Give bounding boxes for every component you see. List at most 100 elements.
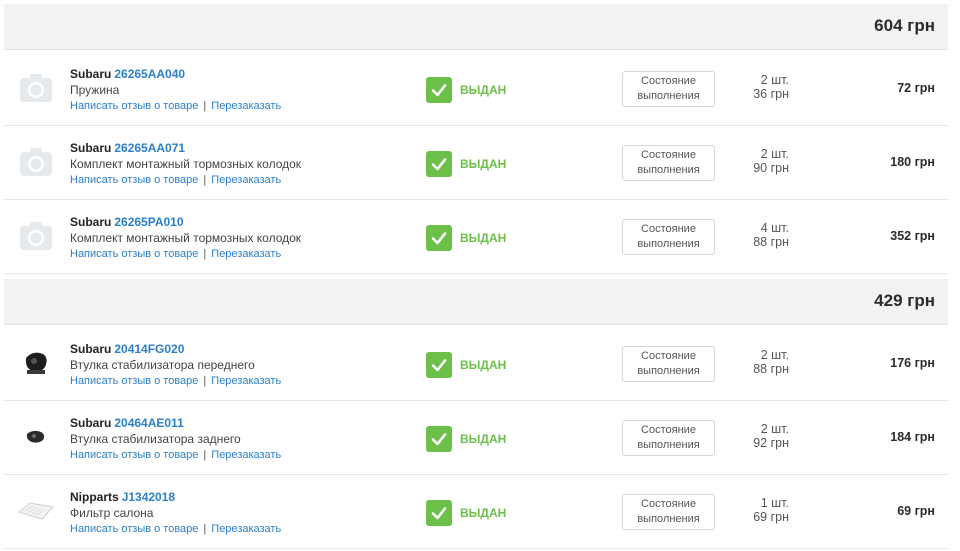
- link-separator: |: [203, 248, 207, 260]
- check-icon: [426, 426, 452, 452]
- line-total: 176 грн: [890, 356, 935, 370]
- line-total: 352 грн: [890, 229, 935, 243]
- state-button-line-2: выполнения: [637, 439, 700, 451]
- quantity-info: 4 шт. 88 грн: [753, 221, 789, 249]
- write-review-link[interactable]: Написать отзыв о товаре: [70, 100, 198, 112]
- order-item-row: Subaru 26265AA071 Комплект монтажный торм…: [4, 127, 948, 200]
- quantity-info: 2 шт. 36 грн: [753, 73, 789, 101]
- state-button-line-2: выполнения: [637, 238, 700, 250]
- write-review-link[interactable]: Написать отзыв о товаре: [70, 248, 198, 260]
- state-button-line-2: выполнения: [637, 513, 700, 525]
- order-total-bar: 429 грн: [4, 279, 948, 325]
- link-separator: |: [203, 523, 207, 535]
- order-state-button[interactable]: Состояние выполнения: [622, 420, 715, 456]
- write-review-link[interactable]: Написать отзыв о товаре: [70, 449, 198, 461]
- item-links: Написать отзыв о товаре | Перезаказать: [70, 375, 281, 387]
- part-number-link[interactable]: 26265PA010: [114, 215, 183, 229]
- item-links: Написать отзыв о товаре | Перезаказать: [70, 248, 281, 260]
- status-text: ВЫДАН: [460, 157, 507, 171]
- reorder-link[interactable]: Перезаказать: [211, 449, 281, 461]
- item-title: Nipparts J1342018: [70, 490, 175, 504]
- check-icon: [426, 151, 452, 177]
- state-button-line-2: выполнения: [637, 365, 700, 377]
- item-name: Фильтр салона: [70, 506, 154, 520]
- item-brand: Subaru: [70, 67, 112, 81]
- item-brand: Subaru: [70, 215, 112, 229]
- status-indicator: ВЫДАН: [426, 151, 506, 177]
- status-indicator: ВЫДАН: [426, 500, 506, 526]
- order-state-button[interactable]: Состояние выполнения: [622, 494, 715, 530]
- link-separator: |: [203, 449, 207, 461]
- state-button-line-1: Состояние: [641, 75, 696, 87]
- item-title: Subaru 26265AA071: [70, 141, 185, 155]
- state-button-line-1: Состояние: [641, 498, 696, 510]
- state-button-line-2: выполнения: [637, 164, 700, 176]
- camera-placeholder-icon[interactable]: [16, 71, 56, 105]
- write-review-link[interactable]: Написать отзыв о товаре: [70, 375, 198, 387]
- check-icon: [426, 352, 452, 378]
- bushing-photo-icon[interactable]: [16, 346, 56, 380]
- line-total: 184 грн: [890, 430, 935, 444]
- camera-placeholder-icon[interactable]: [16, 145, 56, 179]
- reorder-link[interactable]: Перезаказать: [211, 100, 281, 112]
- state-button-line-1: Состояние: [641, 149, 696, 161]
- item-links: Написать отзыв о товаре | Перезаказать: [70, 174, 281, 186]
- order-total-value: 429 грн: [874, 291, 935, 310]
- reorder-link[interactable]: Перезаказать: [211, 174, 281, 186]
- quantity: 4 шт.: [760, 221, 789, 235]
- line-total: 180 грн: [890, 155, 935, 169]
- unit-price: 88 грн: [753, 235, 789, 249]
- item-name: Втулка стабилизатора заднего: [70, 432, 241, 446]
- item-name: Пружина: [70, 83, 120, 97]
- status-text: ВЫДАН: [460, 358, 507, 372]
- quantity: 2 шт.: [760, 147, 789, 161]
- cabin-filter-photo-icon[interactable]: [16, 494, 56, 528]
- unit-price: 92 грн: [753, 436, 789, 450]
- camera-placeholder-icon[interactable]: [16, 219, 56, 253]
- link-separator: |: [203, 174, 207, 186]
- status-text: ВЫДАН: [460, 506, 507, 520]
- item-brand: Subaru: [70, 342, 112, 356]
- part-number-link[interactable]: 26265AA040: [114, 67, 185, 81]
- line-total: 72 грн: [897, 81, 935, 95]
- quantity: 2 шт.: [760, 348, 789, 362]
- link-separator: |: [203, 100, 207, 112]
- order-state-button[interactable]: Состояние выполнения: [622, 145, 715, 181]
- status-indicator: ВЫДАН: [426, 426, 506, 452]
- part-number-link[interactable]: 20414FG020: [114, 342, 184, 356]
- quantity: 1 шт.: [760, 496, 789, 510]
- status-text: ВЫДАН: [460, 231, 507, 245]
- reorder-link[interactable]: Перезаказать: [211, 523, 281, 535]
- reorder-link[interactable]: Перезаказать: [211, 248, 281, 260]
- item-name: Втулка стабилизатора переднего: [70, 358, 255, 372]
- status-indicator: ВЫДАН: [426, 77, 506, 103]
- check-icon: [426, 225, 452, 251]
- quantity-info: 2 шт. 90 грн: [753, 147, 789, 175]
- status-indicator: ВЫДАН: [426, 352, 506, 378]
- state-button-line-1: Состояние: [641, 424, 696, 436]
- unit-price: 90 грн: [753, 161, 789, 175]
- part-number-link[interactable]: 20464AE011: [114, 416, 183, 430]
- quantity: 2 шт.: [760, 73, 789, 87]
- quantity-info: 2 шт. 92 грн: [753, 422, 789, 450]
- order-item-row: Subaru 20464AE011 Втулка стабилизатора за…: [4, 402, 948, 475]
- status-text: ВЫДАН: [460, 432, 507, 446]
- check-icon: [426, 500, 452, 526]
- item-title: Subaru 20414FG020: [70, 342, 184, 356]
- write-review-link[interactable]: Написать отзыв о товаре: [70, 174, 198, 186]
- order-item-row: Nipparts J1342018 Фильтр салона Написать …: [4, 476, 948, 549]
- line-total: 69 грн: [897, 504, 935, 518]
- small-bushing-photo-icon[interactable]: [16, 420, 56, 454]
- status-text: ВЫДАН: [460, 83, 507, 97]
- order-state-button[interactable]: Состояние выполнения: [622, 219, 715, 255]
- state-button-line-1: Состояние: [641, 350, 696, 362]
- part-number-link[interactable]: J1342018: [122, 490, 175, 504]
- write-review-link[interactable]: Написать отзыв о товаре: [70, 523, 198, 535]
- order-state-button[interactable]: Состояние выполнения: [622, 346, 715, 382]
- order-state-button[interactable]: Состояние выполнения: [622, 71, 715, 107]
- item-title: Subaru 20464AE011: [70, 416, 184, 430]
- check-icon: [426, 77, 452, 103]
- part-number-link[interactable]: 26265AA071: [114, 141, 185, 155]
- reorder-link[interactable]: Перезаказать: [211, 375, 281, 387]
- order-item-row: Subaru 20414FG020 Втулка стабилизатора пе…: [4, 328, 948, 401]
